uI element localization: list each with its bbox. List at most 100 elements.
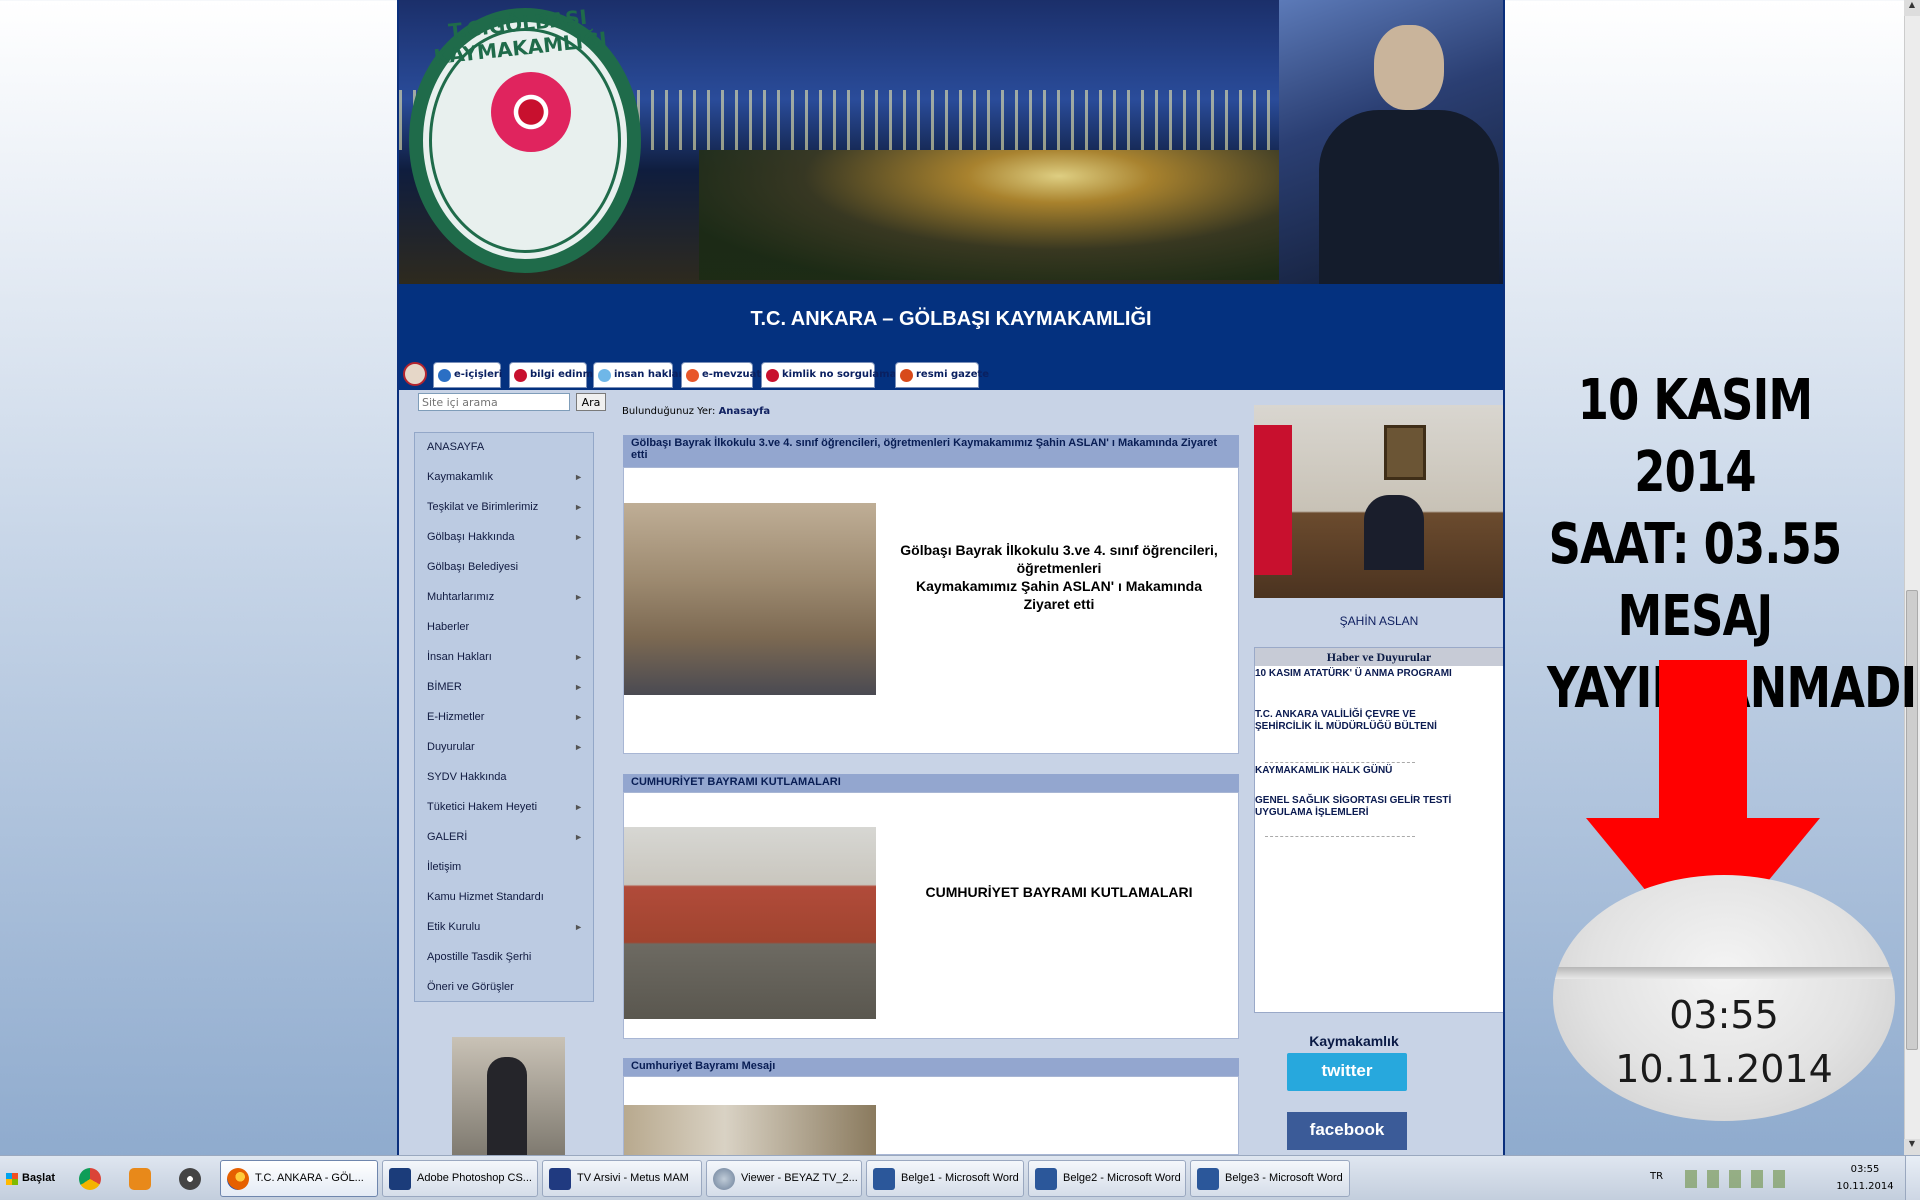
post-text-line: öğretmenleri [1016,560,1102,576]
show-desktop-button[interactable] [1905,1156,1920,1200]
start-label: Başlat [22,1172,56,1184]
taskbar-window-belge3[interactable]: Belge3 - Microsoft Word [1190,1160,1350,1197]
post-body [623,1076,1239,1155]
quick-link-insan-haklari[interactable]: insan hakları [593,362,687,388]
seal-flower-icon [491,72,571,152]
window-label: Belge1 - Microsoft Word [901,1172,1019,1184]
menu-item-golbasi-hakkinda[interactable]: Gölbaşı Hakkında ► [415,523,593,553]
news-item[interactable]: 10 KASIM ATATÜRK' Ü ANMA PROGRAMI [1255,668,1455,680]
menu-item-muhtarlar[interactable]: Muhtarlarımız ► [415,583,593,613]
start-button[interactable]: Başlat [2,1162,60,1194]
menu-item-label: E-Hizmetler [427,711,485,723]
quick-link-bilgi-edinme[interactable]: bilgi edinme [509,362,600,388]
submenu-arrow-icon: ► [574,532,583,542]
pinned-film-app[interactable] [172,1162,208,1196]
site-search-input[interactable] [418,393,570,411]
menu-item-kaymakamlik[interactable]: Kaymakamlık ► [415,463,593,493]
taskbar-clock-time[interactable]: 03:55 [1830,1164,1900,1175]
media-player-icon [129,1168,151,1190]
menu-item-label: Gölbaşı Hakkında [427,531,515,543]
word-icon [1197,1168,1219,1190]
menu-item-bimer[interactable]: BİMER ► [415,673,593,703]
menu-item-label: Muhtarlarımız [427,591,495,603]
taskbar-clock-date[interactable]: 10.11.2014 [1830,1181,1900,1192]
news-item[interactable]: KAYMAKAMLIK HALK GÜNÜ [1255,765,1455,777]
taskbar-window-belge2[interactable]: Belge2 - Microsoft Word [1028,1160,1186,1197]
post-body: Gölbaşı Bayrak İlkokulu 3.ve 4. sınıf öğ… [623,467,1239,754]
clock-zoom-inset: 03:55 10.11.2014 [1553,875,1895,1121]
news-panel: Haber ve Duyurular 10 KASIM ATATÜRK' Ü A… [1254,647,1503,1013]
red-arrow-icon [1659,660,1747,820]
post-header-bayrak-ilkokulu[interactable]: Gölbaşı Bayrak İlkokulu 3.ve 4. sınıf öğ… [623,435,1239,467]
quick-link-e-icisleri[interactable]: e-içişleri [433,362,502,388]
quick-link-e-mevzuat[interactable]: e-mevzuat [681,362,761,388]
menu-item-belediye[interactable]: Gölbaşı Belediyesi [415,553,593,583]
post-photo-school[interactable] [624,827,876,1019]
twitter-button[interactable]: twitter [1287,1053,1407,1091]
scroll-up-icon[interactable]: ▲ [1904,0,1920,16]
window-label: Belge2 - Microsoft Word [1063,1172,1181,1184]
news-item[interactable]: T.C. ANKARA VALİLİĞİ ÇEVRE VE ŞEHİRCİLİK… [1255,709,1455,733]
menu-item-haberler[interactable]: Haberler [415,613,593,643]
post-text-line: Ziyaret etti [1023,596,1095,612]
quick-link-kimlik-no-sorgulama[interactable]: kimlik no sorgulama [761,362,896,388]
sidebar-menu: ANASAYFA Kaymakamlık ► Teşkilat ve Biriml… [414,432,594,1002]
e-icisleri-icon [438,369,451,382]
ataturk-photo[interactable] [452,1037,565,1155]
post-photo-office[interactable] [624,1105,876,1155]
menu-item-oneri[interactable]: Öneri ve Görüşler [415,973,593,1003]
facebook-button[interactable]: facebook [1287,1112,1407,1150]
taskbar-window-firefox[interactable]: T.C. ANKARA - GÖL... [220,1160,378,1197]
menu-item-e-hizmetler[interactable]: E-Hizmetler ► [415,703,593,733]
window-label: T.C. ANKARA - GÖL... [255,1172,364,1184]
shoreline [699,150,1299,280]
menu-item-apostille[interactable]: Apostille Tasdik Şerhi [415,943,593,973]
news-separator [1265,836,1415,837]
taskbar-window-belge1[interactable]: Belge1 - Microsoft Word [866,1160,1024,1197]
menu-item-galeri[interactable]: GALERİ ► [415,823,593,853]
pinned-media-player[interactable] [122,1162,158,1196]
menu-item-tuketici[interactable]: Tüketici Hakem Heyeti ► [415,793,593,823]
mini-seal-icon[interactable] [403,362,427,386]
taskbar: Başlat T.C. ANKARA - GÖL... Adobe Photos… [0,1155,1920,1200]
search-button[interactable]: Ara [576,393,606,411]
quick-link-resmi-gazete[interactable]: resmi gazete [895,362,989,388]
breadcrumb-current[interactable]: Anasayfa [719,406,771,417]
taskbar-window-viewer[interactable]: Viewer - BEYAZ TV_2... [706,1160,862,1197]
post-photo-students[interactable] [624,503,876,695]
menu-item-kamu-hizmet[interactable]: Kamu Hizmet Standardı [415,883,593,913]
zoom-taskbar-edge [1553,967,1895,979]
post-body: CUMHURİYET BAYRAMI KUTLAMALARI [623,792,1239,1039]
menu-item-label: Etik Kurulu [427,921,481,933]
menu-item-etik-kurulu[interactable]: Etik Kurulu ► [415,913,593,943]
menu-item-label: GALERİ [427,831,468,843]
pinned-chrome[interactable] [72,1162,108,1196]
social-label: Kaymakamlık [1309,1033,1399,1049]
resmi-gazete-icon [900,369,913,382]
menu-item-insan-haklari[interactable]: İnsan Hakları ► [415,643,593,673]
menu-item-label: Duyurular [427,741,475,753]
menu-item-duyurular[interactable]: Duyurular ► [415,733,593,763]
post-header-cumhuriyet-bayrami[interactable]: CUMHURİYET BAYRAMI KUTLAMALARI [623,774,1239,792]
breadcrumb-prefix: Bulunduğunuz Yer: [622,406,716,417]
post-header-cumhuriyet-mesaji[interactable]: Cumhuriyet Bayramı Mesajı [623,1058,1239,1076]
menu-item-iletisim[interactable]: İletişim [415,853,593,883]
news-item[interactable]: GENEL SAĞLIK SİGORTASI GELİR TESTİ UYGUL… [1255,795,1455,819]
taskbar-window-photoshop[interactable]: Adobe Photoshop CS... [382,1160,538,1197]
menu-item-sydv[interactable]: SYDV Hakkında [415,763,593,793]
submenu-arrow-icon: ► [574,922,583,932]
quick-link-label: kimlik no sorgulama [782,369,897,380]
news-title: Haber ve Duyurular [1255,648,1503,666]
kaymakam-photo[interactable] [1254,405,1503,598]
taskbar-window-metus[interactable]: TV Arsivi - Metus MAM [542,1160,702,1197]
menu-item-anasayfa[interactable]: ANASAYFA [415,433,593,463]
menu-item-label: Öneri ve Görüşler [427,981,514,993]
film-reel-icon [179,1168,201,1190]
system-tray-icons[interactable] [1685,1170,1795,1188]
menu-item-label: Teşkilat ve Birimlerimiz [427,501,539,513]
chrome-icon [79,1168,101,1190]
submenu-arrow-icon: ► [574,832,583,842]
scroll-down-icon[interactable]: ▼ [1904,1139,1920,1155]
language-indicator[interactable]: TR [1650,1171,1663,1182]
menu-item-teskilat[interactable]: Teşkilat ve Birimlerimiz ► [415,493,593,523]
